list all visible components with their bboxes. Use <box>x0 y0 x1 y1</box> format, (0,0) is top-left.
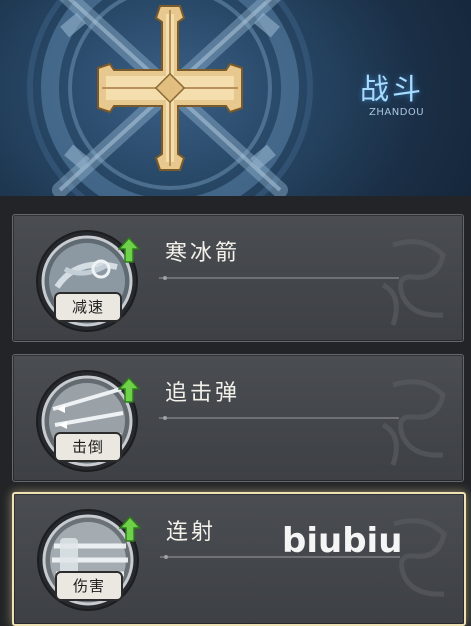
upgrade-arrow-icon <box>118 237 140 263</box>
skill-name: 追击弹 <box>165 381 241 406</box>
category-header: 战斗 ZHANDOU <box>0 0 471 196</box>
skill-name: 连射 <box>166 520 217 545</box>
category-subtitle: ZHANDOU <box>369 107 425 118</box>
watermark: biubiu <box>282 521 403 561</box>
skill-name: 寒冰箭 <box>165 241 241 266</box>
skill-card-pursuit-bullet[interactable]: 击倒 追击弹 <box>12 354 464 482</box>
divider <box>159 416 399 420</box>
cross-emblem-icon <box>27 0 313 196</box>
upgrade-arrow-icon <box>119 516 141 542</box>
skill-tag: 伤害 <box>55 571 123 601</box>
divider <box>159 276 399 280</box>
upgrade-arrow-icon <box>118 377 140 403</box>
skill-card-ice-arrow[interactable]: 减速 寒冰箭 <box>12 214 464 342</box>
skill-tag: 减速 <box>54 292 122 322</box>
category-title: 战斗 <box>360 72 425 106</box>
skill-tag: 击倒 <box>54 432 122 462</box>
